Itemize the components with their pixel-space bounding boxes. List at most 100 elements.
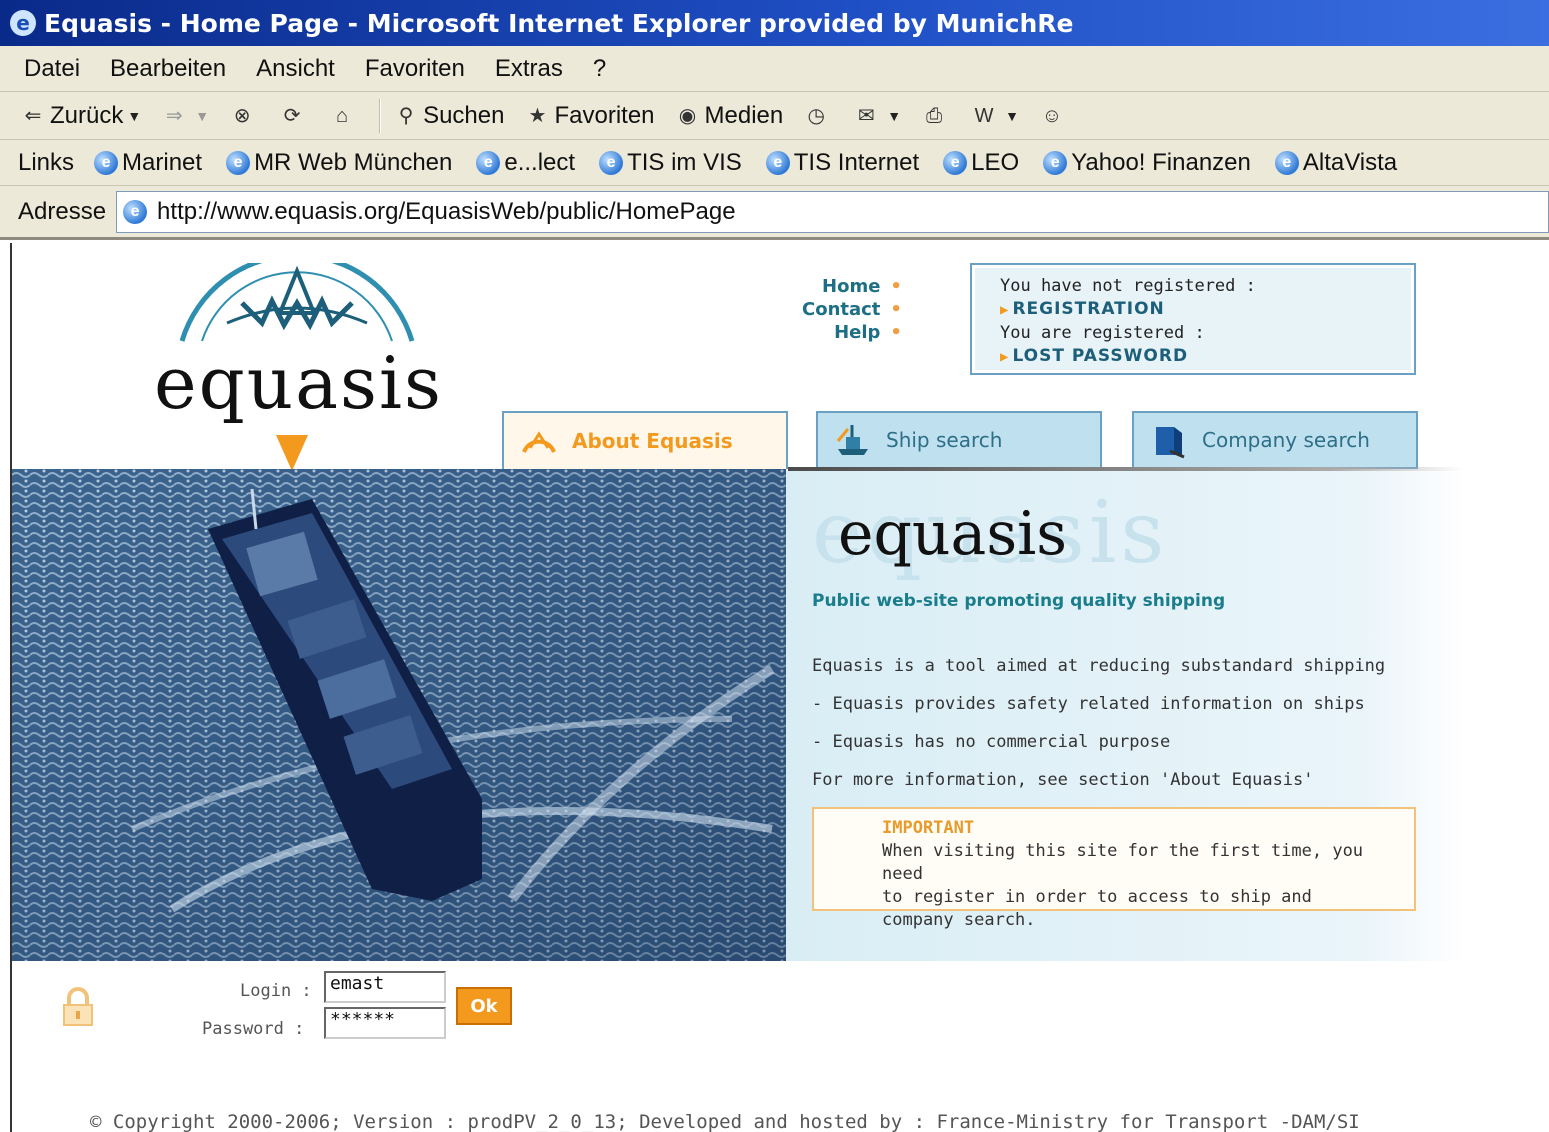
ship-photo (12, 469, 786, 961)
registration-link[interactable]: ▶ REGISTRATION (1000, 298, 1414, 322)
toolbar-separator (379, 98, 382, 133)
desc-line: Equasis is a tool aimed at reducing subs… (812, 656, 1386, 676)
menu-bearbeiten[interactable]: Bearbeiten (110, 55, 226, 83)
compass-icon (522, 431, 556, 453)
window-title-bar: e Equasis - Home Page - Microsoft Intern… (0, 0, 1549, 46)
top-nav: Home • Contact • Help • (802, 275, 902, 344)
desc-line: - Equasis provides safety related inform… (812, 694, 1365, 714)
refresh-icon: ⟳ (283, 104, 301, 127)
link-tis-internet[interactable]: e TIS Internet (765, 148, 920, 177)
stop-icon: ⊗ (233, 104, 251, 127)
window-title: Equasis - Home Page - Microsoft Internet… (44, 8, 1074, 38)
forward-arrow-icon: ⇒ (165, 104, 183, 127)
favorites-icon: ★ (528, 104, 547, 127)
back-dropdown-icon[interactable]: ▼ (127, 108, 141, 124)
tab-label: Company search (1202, 428, 1370, 452)
nav-contact[interactable]: Contact • (802, 298, 902, 321)
password-input[interactable]: ****** (324, 1007, 446, 1039)
lost-password-label: LOST PASSWORD (1012, 346, 1189, 366)
refresh-button[interactable]: ⟳ (279, 103, 309, 129)
lost-password-link[interactable]: ▶ LOST PASSWORD (1000, 345, 1414, 369)
menu-extras[interactable]: Extras (495, 55, 563, 83)
favorites-button[interactable]: ★ Favoriten (524, 101, 655, 130)
messenger-button[interactable]: ☺ (1039, 103, 1069, 129)
ie-page-icon: e (765, 150, 790, 175)
media-button[interactable]: ◉ Medien (675, 101, 784, 130)
stop-button[interactable]: ⊗ (229, 103, 259, 129)
ship-at-sea-image (12, 469, 786, 961)
description: Equasis is a tool aimed at reducing subs… (812, 647, 1385, 799)
ie-page-icon: e (599, 150, 624, 175)
back-button[interactable]: ⇐ Zurück ▼ (20, 101, 142, 130)
back-arrow-icon: ⇐ (24, 104, 42, 127)
history-icon: ◷ (807, 104, 825, 127)
ship-icon (836, 425, 868, 455)
mail-dropdown-icon[interactable]: ▼ (887, 108, 901, 124)
print-button[interactable]: ⎙ (921, 103, 951, 129)
print-icon: ⎙ (926, 104, 943, 127)
browser-toolbar: ⇐ Zurück ▼ ⇒ ▼ ⊗ ⟳ ⌂ ⚲ Suchen ★ Favorite… (0, 92, 1549, 140)
password-label: Password : (202, 1019, 305, 1039)
orange-arrow-icon (276, 435, 308, 471)
favorites-label: Favoriten (554, 101, 655, 129)
registered-text: You are registered : (1000, 323, 1205, 343)
home-button[interactable]: ⌂ (329, 103, 359, 129)
not-registered-text: You have not registered : (1000, 276, 1256, 296)
history-button[interactable]: ◷ (803, 103, 833, 129)
tagline: Public web-site promoting quality shippi… (812, 591, 1226, 611)
link-marinet[interactable]: e Marinet (94, 149, 202, 177)
address-label: Adresse (18, 197, 107, 225)
ie-page-icon: e (1043, 150, 1068, 175)
home-icon: ⌂ (336, 104, 349, 127)
url-text: http://www.equasis.org/EquasisWeb/public… (157, 197, 736, 225)
back-label: Zurück (50, 101, 124, 129)
menu-favoriten[interactable]: Favoriten (365, 55, 465, 83)
ie-page-icon: e (226, 150, 251, 175)
important-line: to register in order to access to ship a… (882, 887, 1312, 907)
edit-button[interactable]: W ▼ (971, 103, 1019, 129)
important-notice: IMPORTANT When visiting this site for th… (812, 807, 1416, 930)
menu-help[interactable]: ? (593, 55, 606, 83)
url-input[interactable]: e http://www.equasis.org/EquasisWeb/publ… (116, 190, 1549, 233)
link-altavista[interactable]: e AltaVista (1274, 148, 1398, 177)
forward-dropdown-icon[interactable]: ▼ (195, 108, 209, 124)
info-heading: equasis (838, 499, 1068, 569)
address-bar: Adresse e http://www.equasis.org/Equasis… (0, 186, 1549, 240)
ie-app-icon: e (10, 10, 36, 36)
link-label: TIS Internet (793, 148, 920, 176)
forward-button[interactable]: ⇒ ▼ (161, 103, 209, 129)
tab-ship-search[interactable]: Ship search (816, 411, 1102, 469)
media-label: Medien (704, 101, 784, 129)
equasis-logo[interactable]: equasis (152, 263, 443, 471)
links-label: Links (18, 148, 75, 176)
login-label: Login : (240, 981, 312, 1001)
nav-help[interactable]: Help • (802, 321, 902, 344)
menu-ansicht[interactable]: Ansicht (256, 55, 335, 83)
link-yahoo-finanzen[interactable]: e Yahoo! Finanzen (1043, 149, 1251, 177)
web-page: equasis Home • Contact • Help • You have no… (10, 243, 1549, 1132)
link-leo[interactable]: e LEO (943, 149, 1019, 177)
mail-button[interactable]: ✉ ▼ (853, 103, 901, 129)
building-icon (1156, 427, 1185, 459)
search-button[interactable]: ⚲ Suchen (393, 102, 505, 130)
messenger-icon: ☺ (1041, 104, 1063, 127)
login-input[interactable]: emast (324, 971, 446, 1003)
logo-wordmark: equasis (154, 341, 443, 425)
ie-page-icon: e (1274, 150, 1299, 175)
tab-company-search[interactable]: Company search (1132, 411, 1418, 469)
edit-dropdown-icon[interactable]: ▼ (1005, 108, 1019, 124)
menu-datei[interactable]: Datei (24, 55, 80, 83)
link-tis-vis[interactable]: e TIS im VIS (599, 149, 742, 177)
link-label: AltaVista (1302, 148, 1398, 176)
tab-label: Ship search (886, 428, 1003, 452)
link-label: Yahoo! Finanzen (1071, 148, 1251, 176)
link-label: MR Web München (254, 148, 453, 176)
tab-about-equasis[interactable]: About Equasis (502, 411, 788, 469)
bullet-icon: • (890, 299, 902, 320)
link-elect[interactable]: e e...lect (476, 149, 575, 177)
link-mr-web[interactable]: e MR Web München (226, 149, 452, 177)
link-label: LEO (971, 148, 1020, 176)
nav-home[interactable]: Home • (802, 275, 902, 298)
ok-button[interactable]: Ok (456, 987, 512, 1025)
compass-arc-icon (179, 263, 415, 342)
